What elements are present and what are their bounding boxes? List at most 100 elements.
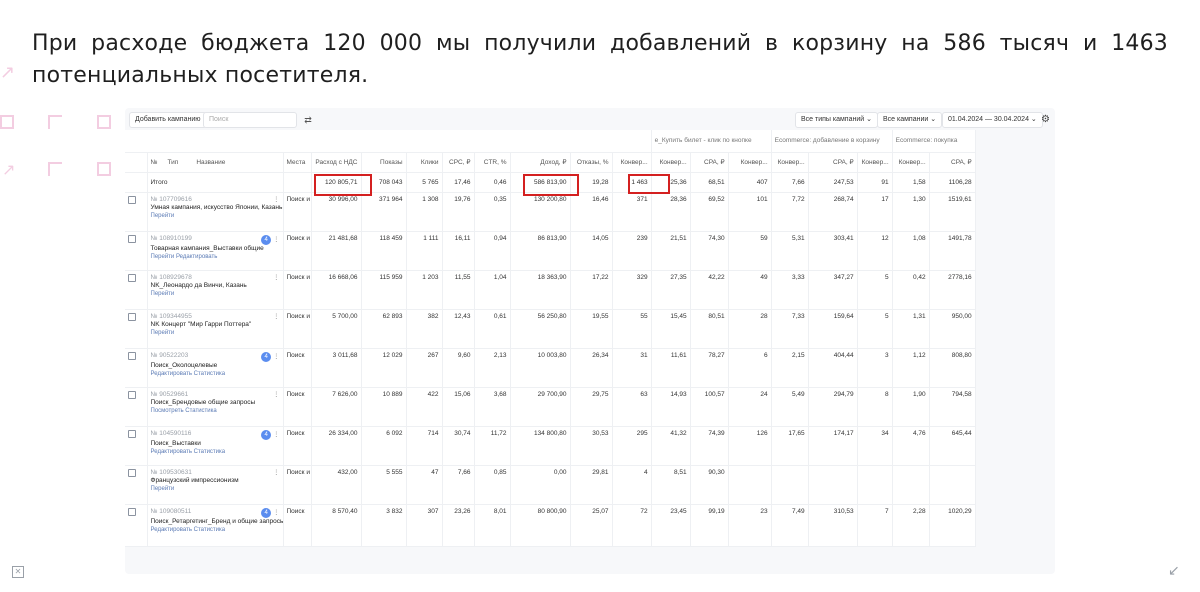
more-options-icon[interactable]: ⋮ xyxy=(273,313,280,320)
notification-badge[interactable]: 4 xyxy=(261,351,272,362)
metric-cell: 4,76 xyxy=(892,426,930,466)
metric-cell: 239 xyxy=(612,231,652,271)
status-icon[interactable] xyxy=(128,312,136,321)
campaign-name[interactable]: Поиск_Околоцелевые xyxy=(151,362,280,370)
campaign-name[interactable]: NK_Леонардо да Винчи, Казань xyxy=(151,282,280,290)
status-icon[interactable] xyxy=(128,429,136,438)
notification-badge[interactable]: 4 xyxy=(261,429,272,440)
campaign-links[interactable]: Перейти Редактировать xyxy=(151,253,280,261)
campaign-name[interactable]: Умная кампания, искусство Японии, Казань… xyxy=(151,204,283,212)
column-header[interactable]: Конвер... xyxy=(612,152,652,173)
status-icon[interactable] xyxy=(128,234,136,243)
notification-badge[interactable]: 4 xyxy=(261,507,272,518)
metric-cell: 950,00 xyxy=(929,309,976,349)
column-header[interactable]: Доход, ₽ xyxy=(510,152,571,173)
total-cell: 7,66 xyxy=(771,172,809,193)
table-row[interactable]: № 109344955 ⋮ NK Концерт "Мир Гарри Поттер… xyxy=(125,309,976,349)
status-icon[interactable] xyxy=(128,351,136,360)
column-header[interactable]: Места xyxy=(283,152,312,173)
column-header[interactable]: CPA, ₽ xyxy=(690,152,729,173)
placement-cell: Поиск и РСЯ xyxy=(283,465,312,505)
search-input[interactable]: Поиск xyxy=(203,112,297,128)
select-all-checkbox[interactable] xyxy=(125,152,148,173)
metric-cell: 14,93 xyxy=(651,387,691,427)
campaign-name[interactable]: Французский импрессионизм xyxy=(151,477,280,485)
status-icon[interactable] xyxy=(128,390,136,399)
table-row[interactable]: № 109530631 ⋮ Французский импрессионизм Пер… xyxy=(125,465,976,505)
metric-cell: 7 xyxy=(857,504,893,547)
column-header-label: Тип xyxy=(167,158,179,166)
column-header[interactable]: Клики xyxy=(406,152,443,173)
arrow-icon: ↗ xyxy=(0,62,16,83)
campaign-links[interactable]: Перейти xyxy=(151,485,280,493)
status-icon[interactable] xyxy=(128,468,136,477)
column-header[interactable]: Отказы, % xyxy=(570,152,613,173)
status-icon[interactable] xyxy=(128,273,136,282)
date-range-picker[interactable]: 01.04.2024 — 30.04.2024 ⌄ xyxy=(942,112,1043,128)
campaign-name[interactable]: Поиск_Брендовые общие запросы xyxy=(151,399,280,407)
metric-cell: 74,30 xyxy=(690,231,729,271)
status-icon[interactable] xyxy=(128,507,136,516)
metric-cell: 3 xyxy=(857,348,893,388)
column-header[interactable]: Расход с НДС xyxy=(311,152,362,173)
notification-badge[interactable]: 4 xyxy=(261,234,272,245)
metric-cell: 714 xyxy=(406,426,443,466)
table-row[interactable]: № 109080511 4 ⋮ Поиск_Ретаргетинг_Бренд и … xyxy=(125,504,976,547)
column-header[interactable]: CTR, % xyxy=(474,152,511,173)
column-header[interactable]: Конвер... xyxy=(771,152,809,173)
campaign-links[interactable]: Посмотреть Статистика xyxy=(151,407,280,415)
campaign-name[interactable]: Товарная кампания_Выставки общие xyxy=(151,245,280,253)
more-options-icon[interactable]: ⋮ xyxy=(273,469,280,476)
metric-cell: 371 964 xyxy=(361,192,407,232)
column-header[interactable]: CPC, ₽ xyxy=(442,152,475,173)
campaign-column-header[interactable]: № Тип Название xyxy=(147,152,284,173)
metric-cell: 6 092 xyxy=(361,426,407,466)
column-header[interactable]: Конвер... xyxy=(857,152,893,173)
more-options-icon[interactable]: ⋮ xyxy=(273,274,280,281)
more-options-icon[interactable]: ⋮ xyxy=(273,196,280,203)
metric-cell: 30,53 xyxy=(570,426,613,466)
metric-cell: 1,31 xyxy=(892,309,930,349)
metric-cell: 23,26 xyxy=(442,504,475,547)
campaign-links[interactable]: Редактировать Статистика xyxy=(151,370,280,378)
metric-cell: 29,81 xyxy=(570,465,613,505)
campaign-types-dropdown[interactable]: Все типы кампаний ⌄ xyxy=(795,112,879,128)
campaign-links[interactable]: Редактировать Статистика xyxy=(151,448,280,456)
status-icon[interactable] xyxy=(128,195,136,204)
column-header[interactable]: Конвер... xyxy=(651,152,691,173)
campaign-links[interactable]: Перейти xyxy=(151,329,280,337)
campaigns-dropdown[interactable]: Все кампании ⌄ xyxy=(877,112,943,128)
sliders-icon[interactable]: ⇄ xyxy=(301,113,315,127)
metric-cell: 347,27 xyxy=(808,270,858,310)
more-options-icon[interactable]: ⋮ xyxy=(273,236,280,243)
table-row[interactable]: № 108929678 ⋮ NK_Леонардо да Винчи, Казань… xyxy=(125,270,976,310)
table-row[interactable]: № 104590116 4 ⋮ Поиск_Выставки Редактироват… xyxy=(125,426,976,466)
decorative-square-icon xyxy=(0,115,14,129)
more-options-icon[interactable]: ⋮ xyxy=(273,431,280,438)
column-header[interactable]: Конвер... xyxy=(892,152,930,173)
table-row[interactable]: № 108910199 4 ⋮ Товарная кампания_Выставки… xyxy=(125,231,976,271)
metric-cell: 80,51 xyxy=(690,309,729,349)
column-header[interactable]: Показы xyxy=(361,152,407,173)
metric-cell: 11,61 xyxy=(651,348,691,388)
more-options-icon[interactable]: ⋮ xyxy=(273,353,280,360)
campaign-links[interactable]: Перейти xyxy=(151,290,280,298)
table-row[interactable]: № 90529661 ⋮ Поиск_Брендовые общие запросы… xyxy=(125,387,976,427)
column-header[interactable]: CPA, ₽ xyxy=(929,152,976,173)
group-header-goal3: Ecommerce: покупка xyxy=(892,130,976,153)
campaign-links[interactable]: Редактировать Статистика xyxy=(151,526,280,534)
more-options-icon[interactable]: ⋮ xyxy=(273,391,280,398)
table-row[interactable]: № 90522203 4 ⋮ Поиск_Околоцелевые Редактиро… xyxy=(125,348,976,388)
campaign-links[interactable]: Перейти xyxy=(151,212,280,220)
metric-cell: 21 481,68 xyxy=(311,231,362,271)
table-row[interactable]: № 107709616 ⋮ Умная кампания, искусство Яп… xyxy=(125,192,976,232)
column-header[interactable]: Конвер... xyxy=(728,152,772,173)
campaign-name[interactable]: Поиск_Выставки xyxy=(151,440,280,448)
add-campaign-button[interactable]: Добавить кампанию xyxy=(129,112,207,128)
campaign-name[interactable]: NK Концерт "Мир Гарри Поттера" xyxy=(151,321,280,329)
more-options-icon[interactable]: ⋮ xyxy=(273,509,280,516)
gear-icon[interactable]: ⚙ xyxy=(1041,113,1053,127)
metric-cell xyxy=(771,465,809,505)
campaign-name[interactable]: Поиск_Ретаргетинг_Бренд и общие запросы xyxy=(151,518,283,526)
column-header[interactable]: CPA, ₽ xyxy=(808,152,858,173)
